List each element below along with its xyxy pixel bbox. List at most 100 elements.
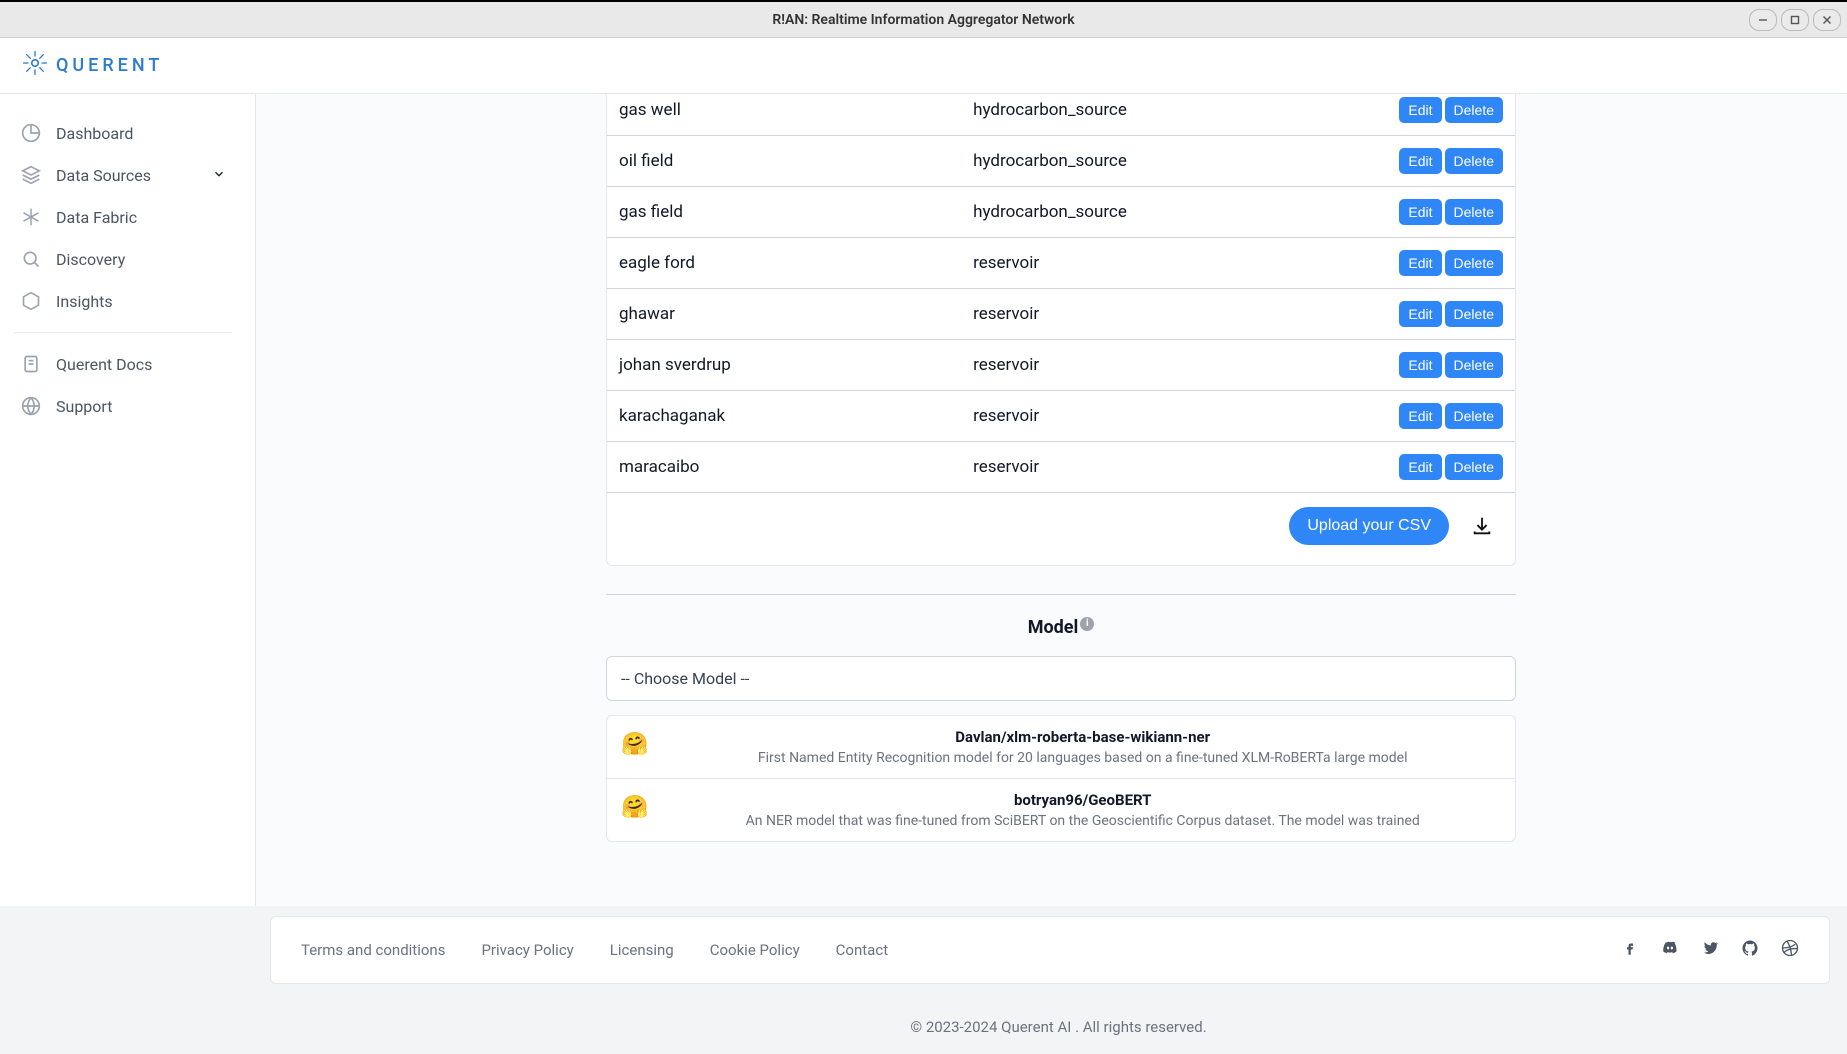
delete-button[interactable]: Delete [1445, 454, 1503, 480]
model-option-desc: An NER model that was fine-tuned from Sc… [664, 813, 1501, 829]
entity-name-cell: oil field [607, 136, 961, 187]
discord-icon[interactable] [1661, 939, 1679, 961]
entity-name-cell: gas field [607, 187, 961, 238]
table-row: oil fieldhydrocarbon_sourceEditDelete [607, 136, 1515, 187]
entity-type-cell: reservoir [961, 340, 1306, 391]
entity-type-cell: hydrocarbon_source [961, 136, 1306, 187]
sidebar-item-insights[interactable]: Insights [10, 280, 236, 322]
entity-table: gas wellhydrocarbon_sourceEditDeleteoil … [607, 94, 1515, 493]
delete-button[interactable]: Delete [1445, 403, 1503, 429]
model-select[interactable]: -- Choose Model -- [606, 656, 1516, 701]
row-actions-cell: EditDelete [1306, 289, 1515, 340]
facebook-icon[interactable] [1621, 939, 1639, 961]
footer-link-terms[interactable]: Terms and conditions [301, 941, 445, 959]
footer-link-cookie[interactable]: Cookie Policy [710, 941, 800, 959]
sidebar-item-dashboard[interactable]: Dashboard [10, 112, 236, 154]
info-icon[interactable]: i [1080, 617, 1094, 631]
huggingface-icon: 🤗 [621, 732, 648, 766]
search-icon [20, 248, 42, 270]
row-actions-cell: EditDelete [1306, 442, 1515, 493]
entity-name-cell: eagle ford [607, 238, 961, 289]
sidebar-item-label: Data Fabric [56, 208, 137, 227]
sidebar-item-label: Support [56, 397, 112, 416]
twitter-icon[interactable] [1701, 939, 1719, 961]
copyright-text: © 2023-2024 Querent AI . All rights rese… [270, 984, 1847, 1036]
window-minimize-button[interactable] [1749, 9, 1777, 31]
window-maximize-button[interactable] [1781, 9, 1809, 31]
sidebar-item-label: Insights [56, 292, 113, 311]
edit-button[interactable]: Edit [1399, 454, 1441, 480]
sidebar-item-label: Dashboard [56, 124, 133, 143]
logo-text: QUERENT [56, 55, 163, 76]
row-actions-cell: EditDelete [1306, 187, 1515, 238]
row-actions-cell: EditDelete [1306, 136, 1515, 187]
window-close-button[interactable] [1813, 9, 1841, 31]
globe-icon [20, 395, 42, 417]
edit-button[interactable]: Edit [1399, 301, 1441, 327]
delete-button[interactable]: Delete [1445, 352, 1503, 378]
os-titlebar: R!AN: Realtime Information Aggregator Ne… [0, 2, 1847, 38]
footer-link-privacy[interactable]: Privacy Policy [481, 941, 573, 959]
entity-type-cell: reservoir [961, 391, 1306, 442]
model-option-name: Davlan/xlm-roberta-base-wikiann-ner [664, 728, 1501, 746]
model-option[interactable]: 🤗 botryan96/GeoBERT An NER model that was … [607, 779, 1515, 841]
table-row: gas wellhydrocarbon_sourceEditDelete [607, 94, 1515, 136]
snowflake-icon [20, 206, 42, 228]
table-row: maracaiboreservoirEditDelete [607, 442, 1515, 493]
table-row: gas fieldhydrocarbon_sourceEditDelete [607, 187, 1515, 238]
footer-link-contact[interactable]: Contact [836, 941, 888, 959]
model-option-desc: First Named Entity Recognition model for… [664, 750, 1501, 766]
table-row: ghawarreservoirEditDelete [607, 289, 1515, 340]
app-logo[interactable]: QUERENT [22, 50, 163, 81]
model-section: Modeli -- Choose Model -- 🤗 Davlan/xlm-ro… [606, 594, 1516, 842]
upload-csv-button[interactable]: Upload your CSV [1289, 507, 1449, 545]
delete-button[interactable]: Delete [1445, 148, 1503, 174]
github-icon[interactable] [1741, 939, 1759, 961]
download-icon[interactable] [1471, 515, 1493, 537]
model-option[interactable]: 🤗 Davlan/xlm-roberta-base-wikiann-ner Firs… [607, 716, 1515, 779]
row-actions-cell: EditDelete [1306, 94, 1515, 136]
sidebar-item-data-fabric[interactable]: Data Fabric [10, 196, 236, 238]
sidebar-item-discovery[interactable]: Discovery [10, 238, 236, 280]
hex-icon [20, 290, 42, 312]
logo-icon [22, 50, 48, 81]
os-window-title: R!AN: Realtime Information Aggregator Ne… [772, 12, 1074, 28]
sidebar-item-support[interactable]: Support [10, 385, 236, 427]
entity-type-cell: reservoir [961, 442, 1306, 493]
delete-button[interactable]: Delete [1445, 97, 1503, 123]
entity-name-cell: gas well [607, 94, 961, 136]
sidebar-item-data-sources[interactable]: Data Sources [10, 154, 236, 196]
main-content: gas wellhydrocarbon_sourceEditDeleteoil … [256, 94, 1847, 906]
table-row: eagle fordreservoir EditDelete [607, 238, 1515, 289]
entity-type-cell: hydrocarbon_source [961, 187, 1306, 238]
delete-button[interactable]: Delete [1445, 250, 1503, 276]
dashboard-icon [20, 122, 42, 144]
model-heading: Modeli [606, 617, 1516, 638]
entity-name-cell: ghawar [607, 289, 961, 340]
footer-link-licensing[interactable]: Licensing [610, 941, 674, 959]
huggingface-icon: 🤗 [621, 795, 648, 829]
model-option-name: botryan96/GeoBERT [664, 791, 1501, 809]
entity-type-cell: hydrocarbon_source [961, 94, 1306, 136]
row-actions-cell: EditDelete [1306, 391, 1515, 442]
dribbble-icon[interactable] [1781, 939, 1799, 961]
edit-button[interactable]: Edit [1399, 352, 1441, 378]
delete-button[interactable]: Delete [1445, 199, 1503, 225]
footer: Terms and conditions Privacy Policy Lice… [0, 906, 1847, 1054]
sidebar: Dashboard Data Sources [0, 94, 256, 906]
edit-button[interactable]: Edit [1399, 199, 1441, 225]
entity-name-cell: maracaibo [607, 442, 961, 493]
sidebar-item-label: Discovery [56, 250, 125, 269]
edit-button[interactable]: Edit [1399, 97, 1441, 123]
entity-type-cell: reservoir [961, 238, 1306, 289]
edit-button[interactable]: Edit [1399, 148, 1441, 174]
sidebar-separator [14, 332, 232, 333]
edit-button[interactable]: Edit [1399, 403, 1441, 429]
app-topbar: QUERENT [0, 38, 1847, 94]
delete-button[interactable]: Delete [1445, 301, 1503, 327]
model-option-list: 🤗 Davlan/xlm-roberta-base-wikiann-ner Firs… [606, 715, 1516, 842]
edit-button[interactable]: Edit [1399, 250, 1441, 276]
table-row: karachaganakreservoirEditDelete [607, 391, 1515, 442]
layers-icon [20, 164, 42, 186]
sidebar-item-docs[interactable]: Querent Docs [10, 343, 236, 385]
